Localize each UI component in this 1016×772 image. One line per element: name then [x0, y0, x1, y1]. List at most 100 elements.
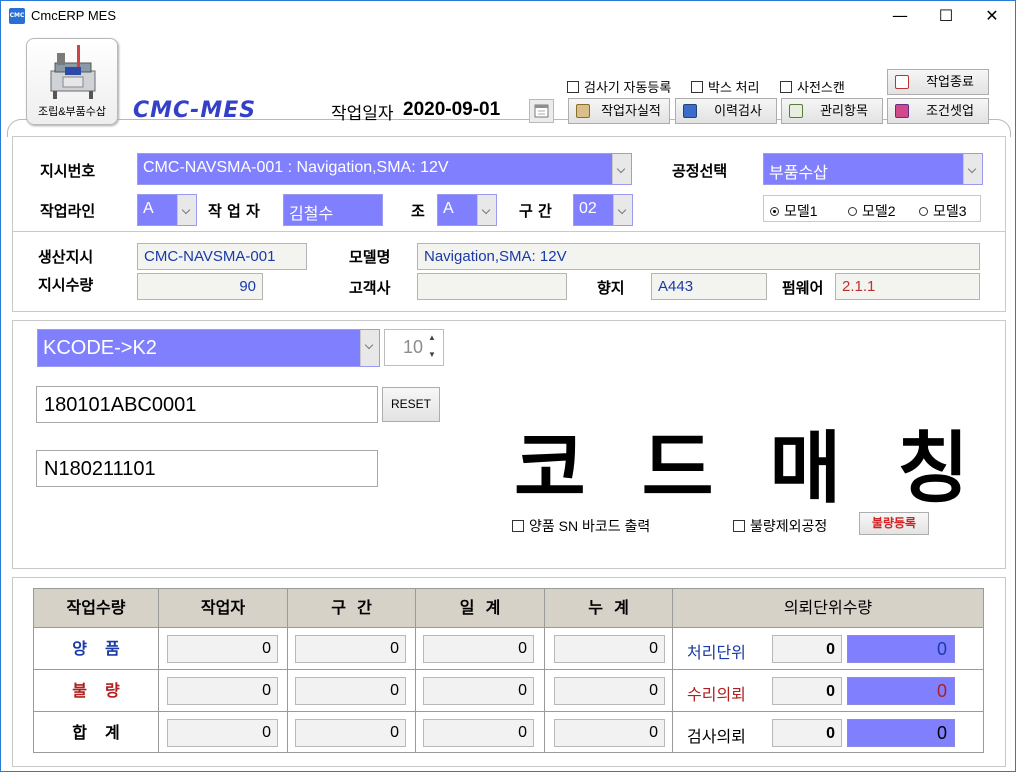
total-section-value[interactable]: 0 — [295, 719, 406, 747]
model2-label: 모델2 — [862, 203, 896, 219]
row-label-defect: 불량 — [34, 669, 159, 711]
shift-combo[interactable]: A — [437, 194, 497, 226]
total-daily-value[interactable]: 0 — [423, 719, 534, 747]
repair-request-num[interactable]: 0 — [772, 677, 842, 705]
defect-exclude-label: 불량제외공정 — [750, 518, 828, 534]
prescan-label: 사전스캔 — [797, 80, 845, 95]
process-label: 공정선택 — [672, 162, 728, 180]
condition-setup-button[interactable]: 조건셋업 — [887, 98, 989, 124]
count-spinner-value: 10 — [403, 337, 424, 357]
line-value: A — [143, 200, 154, 217]
worker-record-button[interactable]: 작업자실적 — [568, 98, 670, 124]
table-cell: 0 — [416, 669, 545, 711]
defect-exclude-checkbox[interactable]: 불량제외공정 — [733, 516, 827, 536]
grid-header-cumulative: 누 계 — [545, 589, 673, 627]
inspection-request-value[interactable]: 0 — [847, 719, 955, 747]
chevron-down-icon[interactable] — [963, 154, 982, 184]
date-label: 작업일자 — [331, 104, 394, 124]
model3-radio[interactable]: 모델3 — [919, 201, 967, 221]
table-cell: 0 — [159, 711, 288, 753]
process-combo[interactable]: 부품수삽 — [763, 153, 983, 185]
order-no-combo[interactable]: CMC-NAVSMA-001 : Navigation,SMA: 12V — [137, 153, 632, 185]
section-combo[interactable]: 02 — [573, 194, 633, 226]
module-button-label: 조립&부품수삽 — [37, 106, 107, 118]
work-end-button[interactable]: 작업종료 — [887, 69, 989, 95]
qty-label: 지시수량 — [38, 276, 94, 294]
spin-up-icon[interactable]: ▲ — [428, 333, 436, 342]
good-cumulative-value[interactable]: 0 — [554, 635, 665, 663]
serial-input-1[interactable]: 180101ABC0001 — [36, 386, 378, 423]
defect-cumulative-value[interactable]: 0 — [554, 677, 665, 705]
section-value: 02 — [579, 200, 597, 217]
grid-header-daily: 일 계 — [416, 589, 545, 627]
date-value: 2020-09-01 — [403, 99, 501, 120]
serial-input-2[interactable]: N180211101 — [36, 450, 378, 487]
module-button[interactable]: 조립&부품수삽 — [26, 38, 118, 125]
repair-request-value[interactable]: 0 — [847, 677, 955, 705]
table-cell: 0 — [545, 627, 673, 669]
chevron-down-icon[interactable] — [612, 154, 631, 184]
good-worker-value[interactable]: 0 — [167, 635, 278, 663]
instruction-field[interactable]: CMC-NAVSMA-001 — [137, 243, 307, 270]
checkbox-box[interactable] — [512, 520, 524, 532]
management-button[interactable]: 관리항목 — [781, 98, 883, 124]
grid-header-request: 의뢰단위수량 — [673, 589, 983, 627]
kcode-combo[interactable]: KCODE->K2 — [37, 329, 380, 367]
model2-radio[interactable]: 모델2 — [848, 201, 896, 221]
kcode-value: KCODE->K2 — [43, 337, 157, 359]
repair-request-label: 수리의뢰 — [687, 685, 746, 704]
auto-register-checkbox[interactable]: 검사기 자동등록 — [567, 77, 671, 96]
defect-section-value[interactable]: 0 — [295, 677, 406, 705]
assembly-machine-icon — [50, 45, 96, 99]
line-combo[interactable]: A — [137, 194, 197, 226]
model-name-field[interactable]: Navigation,SMA: 12V — [417, 243, 980, 270]
customer-field[interactable] — [417, 273, 567, 300]
chevron-down-icon[interactable] — [477, 195, 496, 225]
process-unit-value[interactable]: 0 — [847, 635, 955, 663]
good-daily-value[interactable]: 0 — [423, 635, 534, 663]
box-process-checkbox[interactable]: 박스 처리 — [691, 77, 759, 96]
chevron-down-icon[interactable] — [360, 330, 379, 366]
work-end-label: 작업종료 — [926, 74, 974, 89]
total-cumulative-value[interactable]: 0 — [554, 719, 665, 747]
good-sn-checkbox[interactable]: 양품 SN 바코드 출력 — [512, 516, 650, 536]
line-label: 작업라인 — [40, 202, 96, 220]
worker-label: 작 업 자 — [208, 202, 260, 220]
inspection-request-label: 검사의뢰 — [687, 727, 746, 746]
inspection-request-num[interactable]: 0 — [772, 719, 842, 747]
firmware-label: 펌웨어 — [782, 279, 824, 297]
checkbox-box[interactable] — [567, 81, 579, 93]
chevron-down-icon[interactable] — [177, 195, 196, 225]
checkbox-box[interactable] — [780, 81, 792, 93]
destination-field[interactable]: A443 — [651, 273, 767, 300]
table-cell: 0 — [545, 711, 673, 753]
radio-dot[interactable] — [919, 207, 928, 216]
checkbox-box[interactable] — [691, 81, 703, 93]
checkbox-box[interactable] — [733, 520, 745, 532]
prescan-checkbox[interactable]: 사전스캔 — [780, 77, 845, 96]
condition-setup-label: 조건셋업 — [926, 103, 974, 118]
chevron-down-icon[interactable] — [613, 195, 632, 225]
minimize-icon[interactable]: — — [877, 1, 923, 31]
worker-value: 김철수 — [289, 206, 334, 223]
good-section-value[interactable]: 0 — [295, 635, 406, 663]
worker-field[interactable]: 김철수 — [283, 194, 383, 226]
defect-daily-value[interactable]: 0 — [423, 677, 534, 705]
title-bar: CMC CmcERP MES — ☐ ✕ — [1, 1, 1015, 31]
production-panel: 생산지시 CMC-NAVSMA-001 모델명 Navigation,SMA: … — [12, 232, 1006, 312]
close-icon[interactable]: ✕ — [969, 1, 1015, 31]
calendar-button[interactable] — [529, 99, 554, 123]
process-unit-num[interactable]: 0 — [772, 635, 842, 663]
model1-radio[interactable]: 모델1 — [770, 201, 818, 221]
maximize-icon[interactable]: ☐ — [923, 1, 969, 31]
firmware-field[interactable]: 2.1.1 — [835, 273, 980, 300]
defect-worker-value[interactable]: 0 — [167, 677, 278, 705]
radio-dot[interactable] — [770, 207, 779, 216]
reset-button[interactable]: RESET — [382, 387, 440, 422]
qty-field[interactable]: 90 — [137, 273, 263, 300]
spin-down-icon[interactable]: ▼ — [428, 350, 436, 359]
total-worker-value[interactable]: 0 — [167, 719, 278, 747]
history-check-button[interactable]: 이력검사 — [675, 98, 777, 124]
radio-dot[interactable] — [848, 207, 857, 216]
count-spinner[interactable]: 10 ▲ ▼ — [384, 329, 444, 366]
